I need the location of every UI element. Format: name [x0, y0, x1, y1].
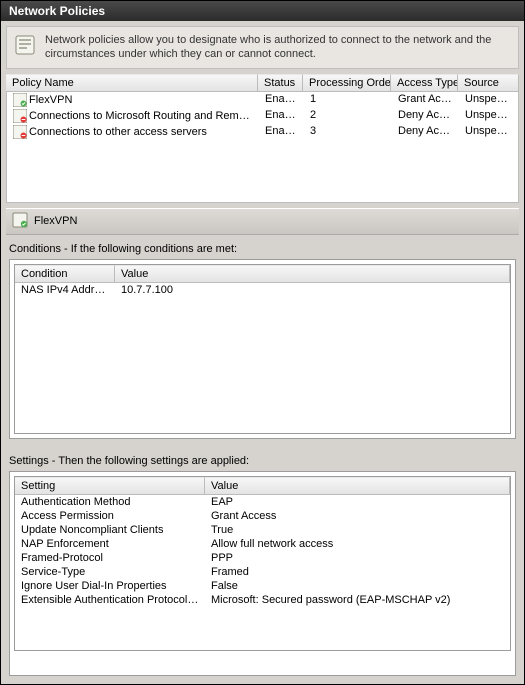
policy-status-icon [13, 109, 27, 123]
setting-row[interactable]: Authentication MethodEAP [15, 495, 510, 509]
col-cond-value[interactable]: Value [115, 265, 510, 283]
policy-row[interactable]: Connections to Microsoft Routing and Rem… [7, 108, 518, 124]
setting-name-cell: Access Permission [15, 509, 205, 523]
setting-row[interactable]: Access PermissionGrant Access [15, 509, 510, 523]
setting-name-cell: Update Noncompliant Clients [15, 523, 205, 537]
policies-body[interactable]: FlexVPNEnabled1Grant Acce...UnspecifiedC… [6, 92, 519, 203]
policy-order-cell: 3 [304, 124, 392, 140]
col-condition[interactable]: Condition [15, 265, 115, 283]
policy-order-cell: 2 [304, 108, 392, 124]
policy-status-cell: Enabled [259, 108, 304, 124]
setting-row[interactable]: Extensible Authentication Protocol Metho… [15, 593, 510, 607]
detail-header: FlexVPN [6, 208, 519, 235]
col-set-value[interactable]: Value [205, 477, 510, 495]
condition-value-cell: 10.7.7.100 [115, 283, 510, 297]
settings-body[interactable]: Authentication MethodEAPAccess Permissio… [15, 495, 510, 650]
col-policy-name[interactable]: Policy Name [6, 74, 258, 92]
condition-row[interactable]: NAS IPv4 Address10.7.7.100 [15, 283, 510, 297]
setting-row[interactable]: Ignore User Dial-In PropertiesFalse [15, 579, 510, 593]
policy-source-cell: Unspecified [459, 92, 518, 108]
setting-row[interactable]: Framed-ProtocolPPP [15, 551, 510, 565]
setting-row[interactable]: Service-TypeFramed [15, 565, 510, 579]
setting-value-cell: Allow full network access [205, 537, 510, 551]
setting-value-cell: Framed [205, 565, 510, 579]
policy-access-cell: Deny Access [392, 108, 459, 124]
network-policies-window: Network Policies Network policies allow … [0, 0, 525, 685]
policy-row[interactable]: FlexVPN Enabled1Grant Acce...Unspecified [7, 92, 518, 108]
settings-label: Settings - Then the following settings a… [9, 455, 516, 467]
setting-row[interactable]: Update Noncompliant ClientsTrue [15, 523, 510, 537]
policy-status-icon [13, 93, 27, 107]
setting-name-cell: Framed-Protocol [15, 551, 205, 565]
policy-detail-icon [12, 212, 28, 231]
conditions-body[interactable]: NAS IPv4 Address10.7.7.100 [15, 283, 510, 433]
setting-value-cell: EAP [205, 495, 510, 509]
policy-status-cell: Enabled [259, 92, 304, 108]
setting-name-cell: Extensible Authentication Protocol Metho… [15, 593, 205, 607]
condition-name-cell: NAS IPv4 Address [15, 283, 115, 297]
policy-source-cell: Unspecified [459, 124, 518, 140]
conditions-box: Condition Value NAS IPv4 Address10.7.7.1… [9, 259, 516, 439]
setting-name-cell: Service-Type [15, 565, 205, 579]
setting-name-cell: Ignore User Dial-In Properties [15, 579, 205, 593]
setting-value-cell: PPP [205, 551, 510, 565]
setting-value-cell: Grant Access [205, 509, 510, 523]
setting-value-cell: True [205, 523, 510, 537]
col-order[interactable]: Processing Order [303, 74, 391, 92]
policy-name-cell: Connections to Microsoft Routing and Rem… [29, 110, 259, 122]
policy-status-icon [13, 125, 27, 139]
info-bar: Network policies allow you to designate … [6, 26, 519, 69]
setting-row[interactable]: NAP EnforcementAllow full network access [15, 537, 510, 551]
policies-header-row: Policy Name Status Processing Order Acce… [6, 74, 519, 92]
policy-access-cell: Deny Access [392, 124, 459, 140]
policy-name-cell: Connections to other access servers [29, 126, 207, 138]
policies-table[interactable]: Policy Name Status Processing Order Acce… [6, 74, 519, 92]
policy-status-cell: Enabled [259, 124, 304, 140]
settings-header-row: Setting Value [15, 477, 510, 495]
setting-value-cell: False [205, 579, 510, 593]
info-icon [13, 33, 37, 57]
policy-order-cell: 1 [304, 92, 392, 108]
info-text: Network policies allow you to designate … [45, 33, 512, 62]
detail-policy-name: FlexVPN [34, 215, 77, 227]
setting-name-cell: NAP Enforcement [15, 537, 205, 551]
col-status[interactable]: Status [258, 74, 303, 92]
col-setting[interactable]: Setting [15, 477, 205, 495]
policy-source-cell: Unspecified [459, 108, 518, 124]
policy-access-cell: Grant Acce... [392, 92, 459, 108]
col-access[interactable]: Access Type [391, 74, 458, 92]
policy-row[interactable]: Connections to other access servers Enabl… [7, 124, 518, 140]
setting-name-cell: Authentication Method [15, 495, 205, 509]
conditions-header-row: Condition Value [15, 265, 510, 283]
window-title: Network Policies [1, 1, 524, 21]
col-source[interactable]: Source [458, 74, 519, 92]
setting-value-cell: Microsoft: Secured password (EAP-MSCHAP … [205, 593, 510, 607]
policy-name-cell: FlexVPN [29, 94, 72, 106]
conditions-label: Conditions - If the following conditions… [9, 243, 516, 255]
settings-box: Setting Value Authentication MethodEAPAc… [9, 471, 516, 676]
